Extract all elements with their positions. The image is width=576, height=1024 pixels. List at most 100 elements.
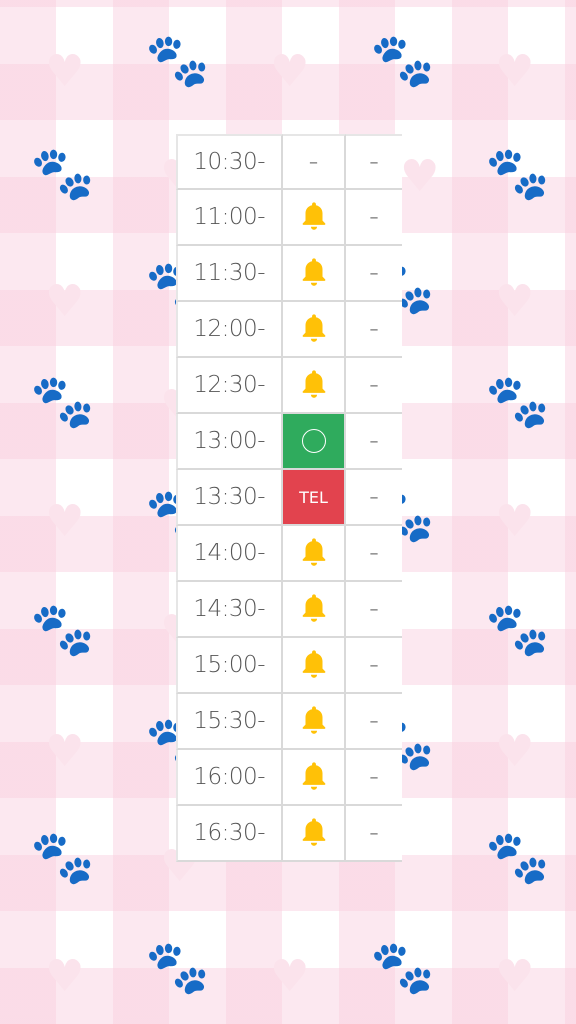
slot-cell: – (346, 358, 402, 414)
paw-icon: 🐾 (485, 372, 550, 432)
unavailable-dash: – (369, 766, 379, 788)
time-cell: 11:30- (176, 246, 283, 302)
timetable-row: 14:00- – (176, 526, 402, 582)
circle-icon (301, 429, 326, 453)
heart-icon: ♥ (270, 951, 310, 1002)
slot-cell: – (346, 190, 402, 246)
heart-icon: ♥ (45, 726, 85, 777)
heart-icon: ♥ (400, 151, 440, 202)
time-label: 15:30- (193, 708, 265, 734)
slot-cell[interactable] (283, 750, 346, 806)
time-cell: 12:30- (176, 358, 283, 414)
slot-cell[interactable] (283, 190, 346, 246)
unavailable-dash: – (309, 151, 318, 173)
slot-cell: – (346, 246, 402, 302)
heart-icon: ♥ (45, 951, 85, 1002)
paw-icon: 🐾 (485, 600, 550, 660)
unavailable-dash: – (369, 598, 379, 620)
time-cell: 16:30- (176, 806, 283, 862)
slot-cell[interactable] (283, 246, 346, 302)
timetable-row: 11:30- – (176, 246, 402, 302)
time-cell: 14:30- (176, 582, 283, 638)
time-label: 13:00- (193, 428, 265, 454)
unavailable-dash: – (369, 262, 379, 284)
slot-cell: – (346, 806, 402, 862)
timetable-row: 13:00- – (176, 414, 402, 470)
bell-icon (302, 818, 325, 846)
time-cell: 10:30- (176, 134, 283, 190)
timetable-row: 13:30- TEL – (176, 470, 402, 526)
time-cell: 15:30- (176, 694, 283, 750)
slot-cell: – (346, 582, 402, 638)
unavailable-dash: – (369, 318, 379, 340)
slot-cell: – (346, 526, 402, 582)
slot-cell: – (346, 134, 402, 190)
unavailable-dash: – (369, 822, 379, 844)
slot-cell[interactable] (283, 414, 346, 470)
slot-cell[interactable] (283, 806, 346, 862)
timetable: 10:30- – –11:00- –11:30- –12:00- –12:30- –13:0… (176, 134, 402, 862)
unavailable-dash: – (369, 206, 379, 228)
slot-cell: – (346, 638, 402, 694)
tel-label: TEL (299, 487, 328, 507)
timetable-row: 16:00- – (176, 750, 402, 806)
time-label: 14:00- (193, 540, 265, 566)
slot-cell: – (283, 134, 346, 190)
slot-cell[interactable]: TEL (283, 470, 346, 526)
timetable-row: 10:30- – – (176, 134, 402, 190)
slot-cell[interactable] (283, 638, 346, 694)
slot-cell: – (346, 470, 402, 526)
time-label: 11:30- (193, 260, 265, 286)
unavailable-dash: – (369, 151, 379, 173)
slot-cell[interactable] (283, 582, 346, 638)
unavailable-dash: – (369, 542, 379, 564)
timetable-row: 12:00- – (176, 302, 402, 358)
time-label: 15:00- (193, 652, 265, 678)
paw-icon: 🐾 (370, 938, 435, 998)
slot-cell: – (346, 694, 402, 750)
paw-icon: 🐾 (30, 828, 95, 888)
slot-cell: – (346, 414, 402, 470)
unavailable-dash: – (369, 710, 379, 732)
paw-icon: 🐾 (30, 600, 95, 660)
paw-icon: 🐾 (485, 828, 550, 888)
slot-cell[interactable] (283, 694, 346, 750)
heart-icon: ♥ (45, 276, 85, 327)
heart-icon: ♥ (495, 496, 535, 547)
bell-icon (302, 762, 325, 790)
bell-icon (302, 370, 325, 398)
paw-icon: 🐾 (30, 372, 95, 432)
slot-cell[interactable] (283, 526, 346, 582)
time-label: 14:30- (193, 596, 265, 622)
unavailable-dash: – (369, 374, 379, 396)
bell-icon (302, 258, 325, 286)
heart-icon: ♥ (495, 951, 535, 1002)
timetable-row: 15:00- – (176, 638, 402, 694)
slot-cell[interactable] (283, 302, 346, 358)
timetable-row: 16:30- – (176, 806, 402, 862)
paw-icon: 🐾 (485, 144, 550, 204)
time-cell: 14:00- (176, 526, 283, 582)
time-label: 12:30- (193, 372, 265, 398)
heart-icon: ♥ (45, 46, 85, 97)
time-cell: 12:00- (176, 302, 283, 358)
time-cell: 16:00- (176, 750, 283, 806)
time-cell: 11:00- (176, 190, 283, 246)
time-label: 16:00- (193, 764, 265, 790)
unavailable-dash: – (369, 486, 379, 508)
heart-icon: ♥ (270, 46, 310, 97)
time-label: 12:00- (193, 316, 265, 342)
unavailable-dash: – (369, 654, 379, 676)
time-label: 11:00- (193, 204, 265, 230)
timetable-row: 15:30- – (176, 694, 402, 750)
time-cell: 13:00- (176, 414, 283, 470)
time-cell: 15:00- (176, 638, 283, 694)
paw-icon: 🐾 (30, 144, 95, 204)
bell-icon (302, 594, 325, 622)
slot-cell[interactable] (283, 358, 346, 414)
bell-icon (302, 706, 325, 734)
timetable-row: 12:30- – (176, 358, 402, 414)
time-label: 13:30- (193, 484, 265, 510)
paw-icon: 🐾 (370, 31, 435, 91)
bell-icon (302, 650, 325, 678)
